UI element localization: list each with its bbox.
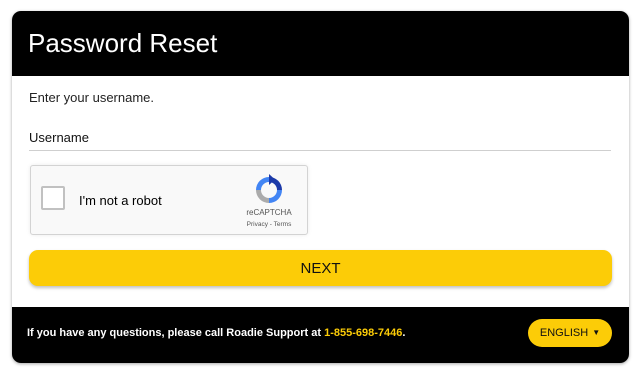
instructions-text: Enter your username. [29,90,155,105]
recaptcha-brand: reCAPTCHA [246,208,292,217]
caret-down-icon: ▼ [592,328,601,337]
support-footer: If you have any questions, please call R… [12,307,629,363]
recaptcha-logo-icon [256,174,282,203]
support-period: . [402,327,406,339]
recaptcha-privacy-terms-link[interactable]: Privacy - Terms [236,221,302,228]
language-label: ENGLISH [539,327,589,339]
next-button[interactable]: NEXT [29,250,612,286]
recaptcha-widget: I'm not a robot reCAPTCHA Privacy - Term… [30,165,308,235]
support-text: If you have any questions, please call R… [27,327,405,339]
recaptcha-label: I'm not a robot [79,193,162,208]
card-header: Password Reset [12,11,629,76]
username-input[interactable] [29,128,611,150]
page-title: Password Reset [28,28,218,58]
password-reset-card: Password Reset Enter your username. User… [12,11,629,363]
language-dropdown-button[interactable]: ENGLISH ▼ [528,319,612,347]
support-phone-link[interactable]: 1-855-698-7446 [324,327,402,339]
username-field[interactable]: Username [29,128,611,151]
recaptcha-checkbox[interactable] [41,186,65,210]
support-message: If you have any questions, please call R… [27,327,325,339]
